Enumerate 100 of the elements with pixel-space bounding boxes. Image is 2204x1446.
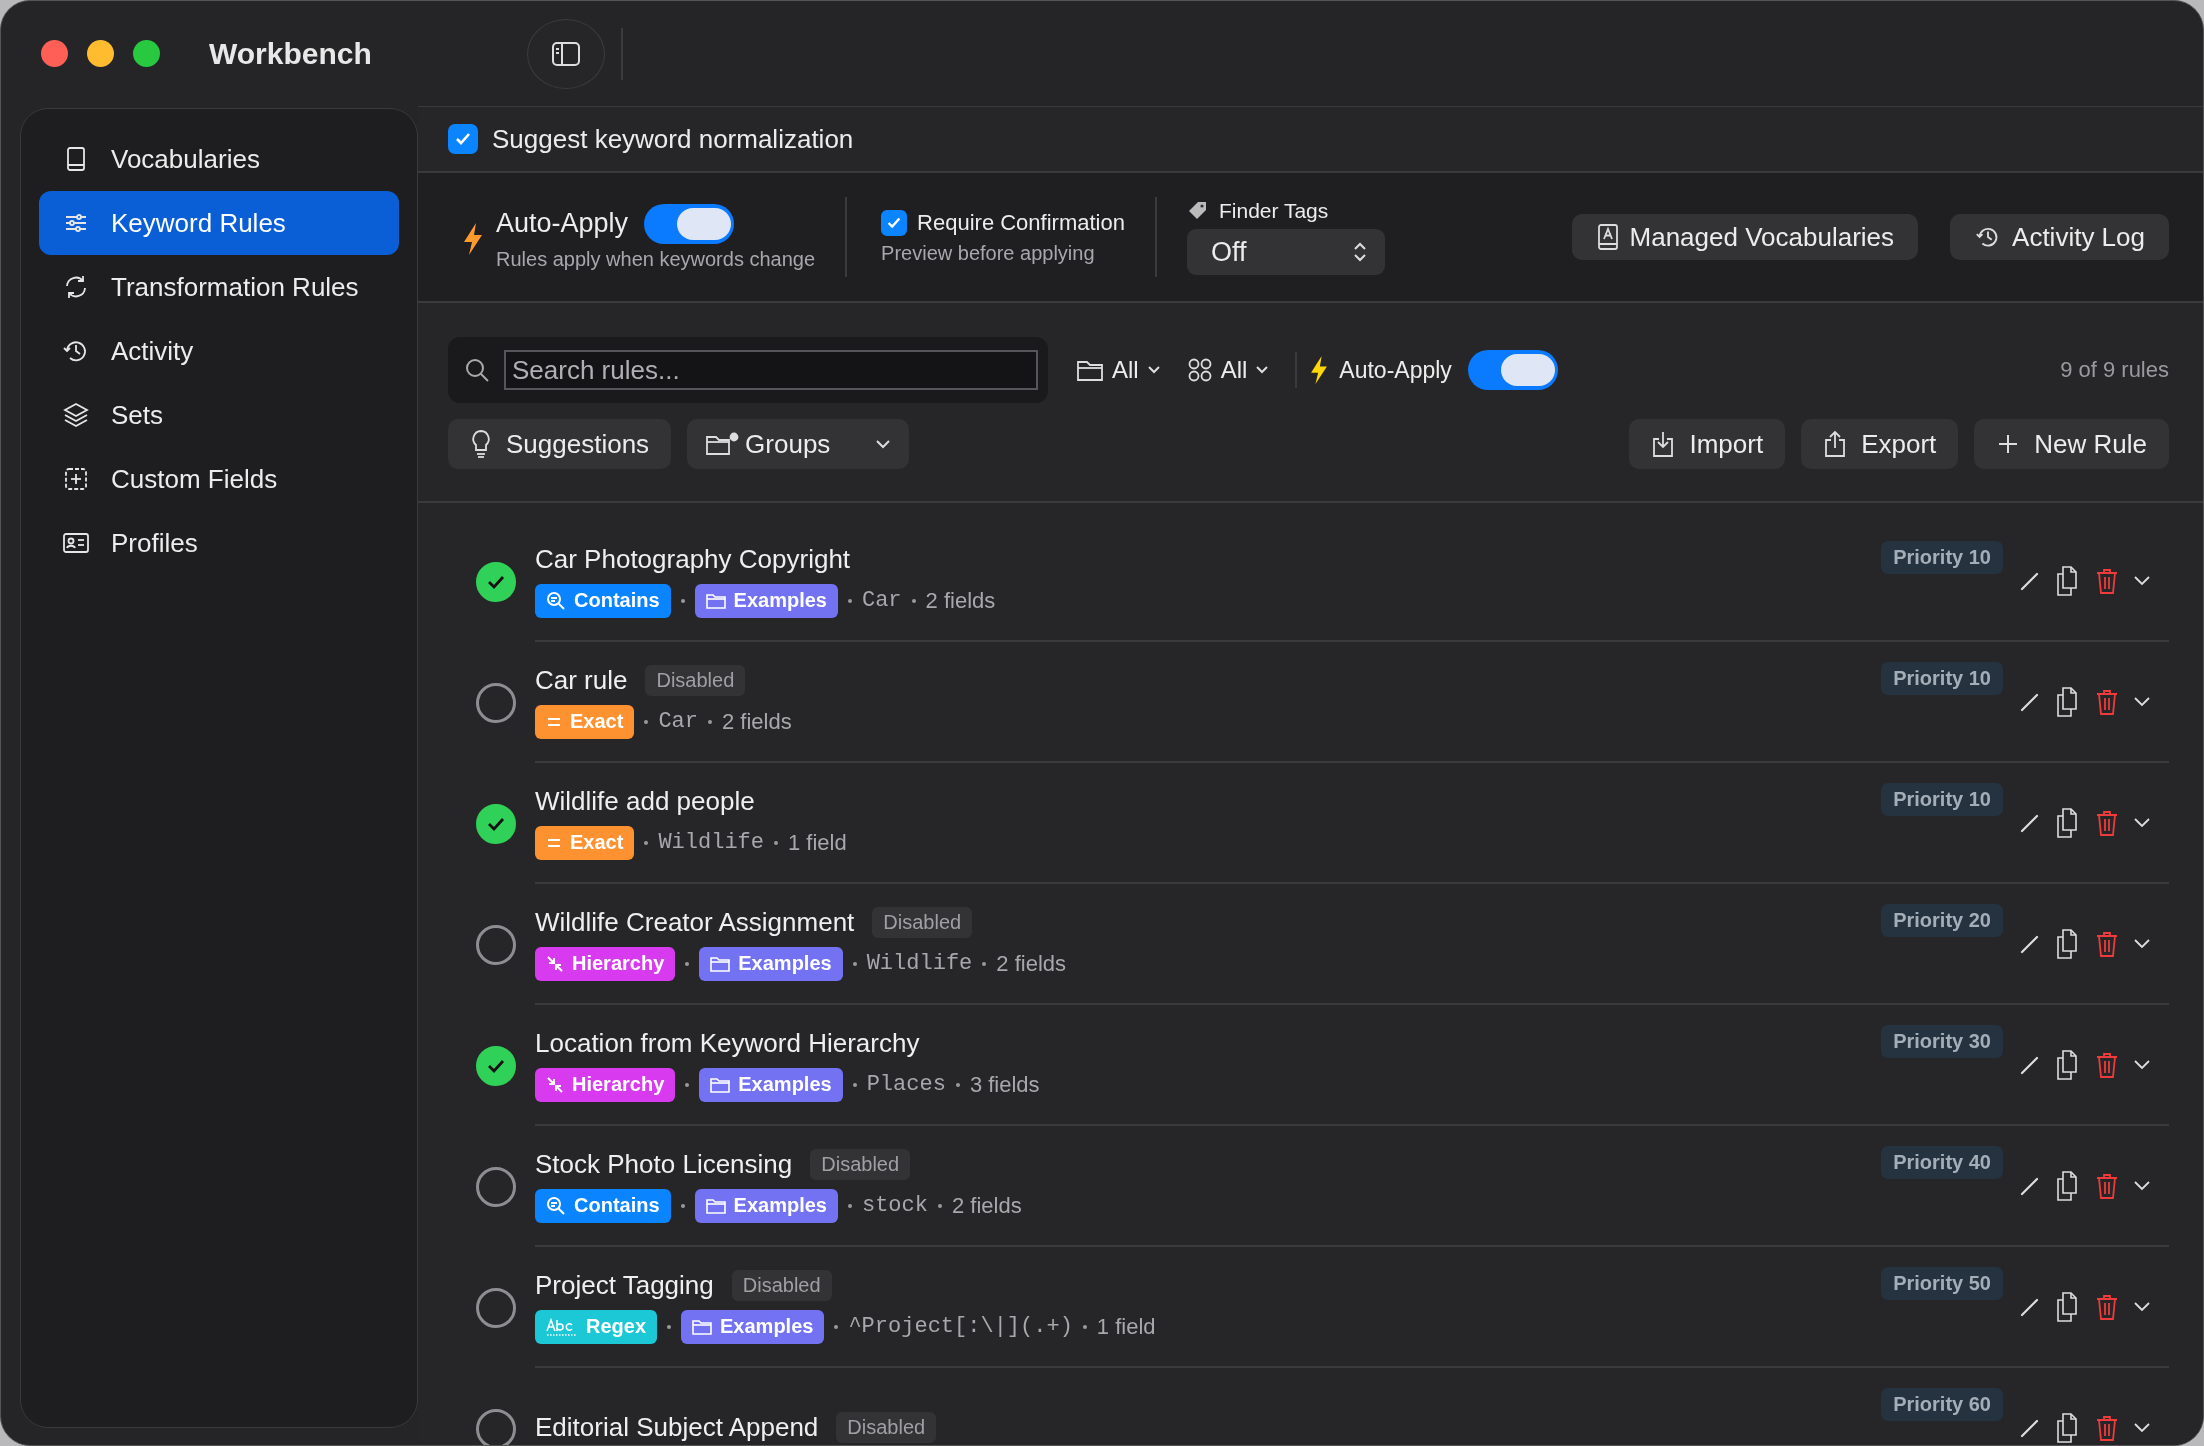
keyword-text: Wildlife: [866, 951, 973, 976]
setting-label: Auto-Apply: [496, 208, 629, 239]
enabled-check-icon[interactable]: [476, 803, 516, 844]
bolt-icon: [1309, 355, 1330, 385]
checkbox-label: Require Confirmation: [917, 209, 1125, 236]
trash-icon[interactable]: [2095, 1050, 2119, 1079]
trash-icon[interactable]: [2095, 566, 2119, 595]
status-circle[interactable]: [476, 1287, 516, 1328]
status-circle[interactable]: [476, 1166, 516, 1207]
setting-description: Preview before applying: [881, 241, 1096, 265]
layers-icon: [61, 400, 91, 430]
checkbox[interactable]: [881, 209, 908, 236]
chevron-down-icon[interactable]: [2133, 1300, 2151, 1313]
trash-icon[interactable]: [2095, 1171, 2119, 1200]
sidebar-icon: [550, 40, 581, 67]
disabled-label: Disabled: [731, 1270, 832, 1301]
field-count: 1 field: [788, 829, 847, 856]
status-circle[interactable]: [476, 924, 516, 965]
group-tag: Examples: [694, 583, 838, 618]
match-type-tag: Regex: [535, 1309, 658, 1344]
field-count: 2 fields: [951, 1192, 1022, 1219]
trash-icon[interactable]: [2095, 929, 2119, 958]
export-button[interactable]: Export: [1801, 419, 1959, 469]
text-abc-icon: [546, 1316, 578, 1337]
field-count: 3 fields: [969, 1071, 1040, 1098]
folder-icon: [1076, 358, 1104, 382]
disabled-label: Disabled: [836, 1412, 937, 1443]
priority-label: Priority 30: [1881, 1025, 2003, 1058]
window-title: Workbench: [209, 36, 372, 71]
rule-title: Project Tagging: [535, 1270, 714, 1301]
sidebar-item[interactable]: Activity: [39, 319, 399, 383]
toggle-switch[interactable]: [1467, 350, 1558, 390]
share-icon: [1823, 430, 1848, 458]
suggestions-button[interactable]: Suggestions: [448, 419, 672, 469]
search-list-icon: [546, 1195, 566, 1216]
folder-filter-dropdown[interactable]: All: [1070, 356, 1167, 384]
chevron-down-icon[interactable]: [2133, 937, 2151, 950]
priority-label: Priority 40: [1881, 1146, 2003, 1179]
status-circle[interactable]: [476, 682, 516, 723]
arrows-in-icon: [546, 1075, 564, 1094]
book-icon: [1595, 223, 1620, 251]
auto-apply-label: Auto-Apply: [1339, 356, 1452, 384]
priority-label: Priority 10: [1881, 783, 2003, 816]
keyword-text: Places: [866, 1072, 946, 1097]
sidebar-item[interactable]: Keyword Rules: [39, 191, 399, 255]
sidebar-item[interactable]: Transformation Rules: [39, 255, 399, 319]
new-rule-button[interactable]: New Rule: [1974, 419, 2169, 469]
close-window-button[interactable]: [41, 40, 68, 67]
sidebar-item[interactable]: Vocabularies: [39, 127, 399, 191]
search-field[interactable]: Search rules...: [504, 350, 1038, 390]
minimize-window-button[interactable]: [87, 40, 114, 67]
search-list-icon: [546, 590, 566, 611]
chevron-down-icon[interactable]: [2133, 816, 2151, 829]
field-count: 2 fields: [925, 587, 996, 614]
field-count: 2 fields: [996, 950, 1066, 977]
folder-icon: [692, 1317, 713, 1336]
activity-log-button[interactable]: Activity Log: [1950, 214, 2169, 260]
trash-icon[interactable]: [2095, 1292, 2119, 1321]
up-down-chevron-icon: [1352, 241, 1367, 263]
chevron-down-icon: [1146, 365, 1161, 375]
folder-icon: [705, 1196, 726, 1215]
keyword-text: Wildlife: [658, 830, 764, 855]
rule-title: Location from Keyword Hierarchy: [535, 1028, 920, 1059]
keyword-text: ^Project[:\|](.+): [848, 1314, 1073, 1339]
rule-title: Car Photography Copyright: [535, 544, 851, 575]
managed-vocabularies-button[interactable]: Managed Vocabularies: [1571, 214, 1919, 260]
sidebar-item[interactable]: Custom Fields: [39, 447, 399, 511]
sidebar-item[interactable]: Profiles: [39, 511, 399, 575]
enabled-check-icon[interactable]: [476, 561, 516, 602]
trash-icon[interactable]: [2095, 1413, 2119, 1442]
priority-label: Priority 20: [1881, 904, 2003, 937]
trash-icon[interactable]: [2095, 808, 2119, 837]
group-tag: Examples: [681, 1309, 825, 1344]
chevron-down-icon[interactable]: [2133, 695, 2151, 708]
import-button[interactable]: Import: [1629, 419, 1786, 469]
priority-label: Priority 60: [1881, 1388, 2003, 1421]
zoom-window-button[interactable]: [133, 40, 160, 67]
enabled-check-icon[interactable]: [476, 1045, 516, 1086]
match-type-tag: Contains: [535, 1188, 671, 1223]
toggle-switch[interactable]: [644, 203, 735, 244]
match-type-tag: Exact: [535, 825, 635, 860]
keyword-text: Car: [658, 709, 698, 734]
rule-title: Stock Photo Licensing: [535, 1149, 793, 1180]
chevron-down-icon[interactable]: [2133, 1179, 2151, 1192]
status-circle[interactable]: [476, 1408, 516, 1445]
rule-title: Editorial Subject Append: [535, 1412, 819, 1443]
checkbox[interactable]: [448, 124, 478, 154]
chevron-down-icon[interactable]: [2133, 1421, 2151, 1434]
lightbulb-icon: [470, 429, 492, 459]
finder-tags-select[interactable]: Off: [1186, 229, 1385, 275]
search-icon: [464, 357, 490, 383]
trash-icon[interactable]: [2095, 687, 2119, 716]
chevron-down-icon[interactable]: [2133, 1058, 2151, 1071]
import-icon: [1651, 430, 1676, 458]
groups-dropdown[interactable]: Groups: [687, 419, 910, 469]
chevron-down-icon[interactable]: [2133, 574, 2151, 587]
type-filter-dropdown[interactable]: All: [1180, 356, 1276, 384]
rule-title: Wildlife Creator Assignment: [535, 907, 855, 938]
field-count: 2 fields: [722, 708, 792, 735]
sidebar-item[interactable]: Sets: [39, 383, 399, 447]
